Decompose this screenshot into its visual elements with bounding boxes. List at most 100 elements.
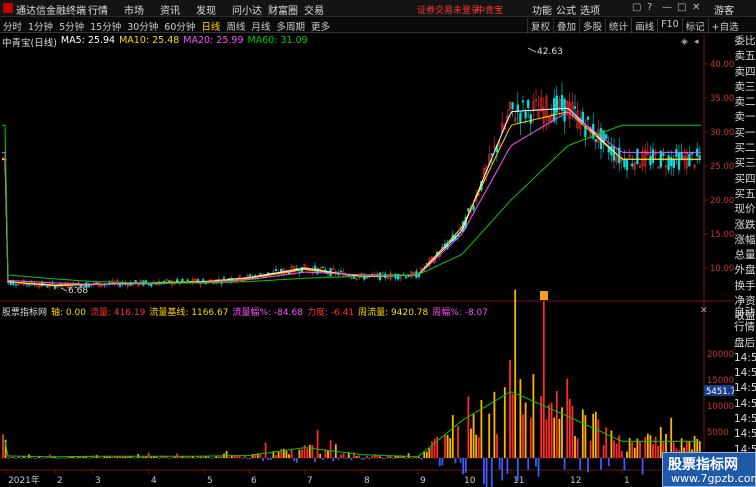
flow-bar-negative xyxy=(441,458,444,466)
candle-body xyxy=(176,279,179,282)
flow-bar-positive xyxy=(477,437,480,458)
flow-bar-positive xyxy=(633,447,636,458)
flow-bar-positive xyxy=(475,434,478,458)
flow-bar-positive xyxy=(106,456,108,458)
quote-side-panel: 委比 卖五 卖四 卖三 卖二 卖一 买一 买二 买三 买四 买五 现价 涨跌 涨幅 总量 外盘 换手 净资 收益 xyxy=(734,34,756,325)
quote-field-label[interactable]: 总量 xyxy=(734,248,756,263)
flow-bar-negative xyxy=(246,458,249,460)
flow-bar-positive xyxy=(98,456,101,458)
flow-bar-positive xyxy=(470,428,472,458)
date-tick-label: 7 xyxy=(307,476,313,486)
candle-body xyxy=(519,112,522,123)
quote-field-label[interactable]: 委比 xyxy=(734,34,756,49)
date-tick-label: 1 xyxy=(624,476,630,486)
quote-field-label[interactable]: 买五 xyxy=(734,187,756,202)
flow-bar-positive xyxy=(446,434,449,458)
candle-body xyxy=(490,153,493,155)
flow-bar-negative xyxy=(537,458,540,477)
candle-body xyxy=(553,98,556,122)
axis-value: 轴: 0.00 xyxy=(51,308,86,318)
flow-bar-positive xyxy=(571,405,574,458)
volume-tick-label: 5000 xyxy=(707,428,729,438)
quote-field-label[interactable]: 买三 xyxy=(734,156,756,171)
quote-field-label[interactable]: 卖三 xyxy=(734,80,756,95)
flow-bar-negative xyxy=(171,458,173,459)
tick-panel-tab[interactable]: 自动 xyxy=(734,305,756,320)
chart-title[interactable]: 中青宝(日线) xyxy=(2,35,57,49)
flow-bar-negative xyxy=(587,458,589,473)
week-flow-value: 周流量: 9420.78 xyxy=(358,308,429,318)
flow-bar-positive xyxy=(301,449,303,458)
flow-bar-positive xyxy=(402,456,405,458)
quote-field-label[interactable]: 买二 xyxy=(734,141,756,156)
flow-bar-positive xyxy=(522,414,524,458)
date-tick-label: 11 xyxy=(513,476,524,486)
flow-bar-positive xyxy=(202,456,205,458)
quote-field-label[interactable]: 卖四 xyxy=(734,65,756,80)
candle-body xyxy=(605,134,608,139)
date-tick-label: 8 xyxy=(364,476,370,486)
flow-bar-negative xyxy=(506,458,509,474)
candle-body xyxy=(631,163,634,167)
flow-bar-positive xyxy=(132,457,134,458)
panel-collapse-icon[interactable]: ◂ xyxy=(694,37,699,47)
flow-bar-negative xyxy=(321,458,324,460)
flow-bar-positive xyxy=(82,456,85,458)
flow-bar-negative xyxy=(61,458,64,459)
volume-tick-label: 15000 xyxy=(707,376,734,386)
flow-bar-positive xyxy=(329,440,332,458)
tick-panel-tab[interactable]: 盘后 xyxy=(734,336,756,351)
indicator-legend: 股票指标网 轴: 0.00 流量: 416.19 流量基线: 1166.67 流… xyxy=(2,305,492,318)
flow-bar-negative xyxy=(25,458,28,459)
flow-bar-positive xyxy=(553,417,556,458)
flow-bar-positive xyxy=(561,407,563,458)
quote-field-label[interactable]: 买四 xyxy=(734,172,756,187)
flow-bar-negative xyxy=(249,458,251,460)
flow-pct-value: 流量幅%: -84.68 xyxy=(232,308,303,318)
flow-bar-positive xyxy=(425,451,428,458)
price-tick-label: 15.00 xyxy=(710,230,734,240)
flow-bar-positive xyxy=(72,456,75,458)
flow-bar-negative xyxy=(360,458,363,460)
low-label: 6.68 xyxy=(68,286,88,296)
flow-bar-positive xyxy=(574,436,576,458)
flow-bar-negative xyxy=(623,458,626,471)
flow-bar-positive xyxy=(178,457,181,458)
subpanel-close-icon[interactable]: ✕ xyxy=(700,306,708,316)
tick-time-label: 14:50 xyxy=(734,382,756,395)
candle-body xyxy=(321,266,324,269)
flow-bar-negative xyxy=(41,458,43,459)
flow-bar-positive xyxy=(550,402,553,458)
tick-panel-tab[interactable]: 行情 xyxy=(734,320,756,335)
quote-field-label[interactable]: 涨跌 xyxy=(734,218,756,233)
flow-bar-positive xyxy=(126,457,129,458)
quote-field-label[interactable]: 涨幅 xyxy=(734,233,756,248)
quote-field-label[interactable]: 换手 xyxy=(734,279,756,294)
high-pointer xyxy=(527,47,537,53)
quote-field-label[interactable]: 卖一 xyxy=(734,110,756,125)
quote-field-label[interactable]: 现价 xyxy=(734,202,756,217)
flow-bar-positive xyxy=(288,454,290,458)
candle-body xyxy=(623,158,626,168)
event-flag-icon[interactable] xyxy=(540,291,548,300)
flow-bar-positive xyxy=(472,414,475,458)
flow-bar-positive xyxy=(423,452,426,458)
quote-field-label[interactable]: 卖二 xyxy=(734,95,756,110)
indicator-title[interactable]: 股票指标网 xyxy=(2,305,47,318)
flow-bar-positive xyxy=(488,413,491,458)
candle-body xyxy=(675,149,678,157)
quote-field-label[interactable]: 买一 xyxy=(734,126,756,141)
price-tick-label: 30.00 xyxy=(710,128,734,138)
flow-bar-positive xyxy=(327,450,329,458)
quote-field-label[interactable]: 卖五 xyxy=(734,49,756,64)
flow-bar-negative xyxy=(295,458,298,463)
chart-canvas[interactable]: 40.00 35.00 30.00 25.00 20.00 15.00 10.00 2000… xyxy=(0,0,734,487)
flow-bar-positive xyxy=(275,455,277,458)
watermark-title: 股票指标网 xyxy=(668,457,738,473)
panel-settings-icon[interactable]: ◈ xyxy=(681,37,688,47)
flow-bar-positive xyxy=(2,434,4,458)
candle-body xyxy=(202,279,205,282)
quote-field-label[interactable]: 外盘 xyxy=(734,263,756,278)
flow-bar-negative xyxy=(350,458,353,460)
flow-bar-positive xyxy=(509,359,511,458)
